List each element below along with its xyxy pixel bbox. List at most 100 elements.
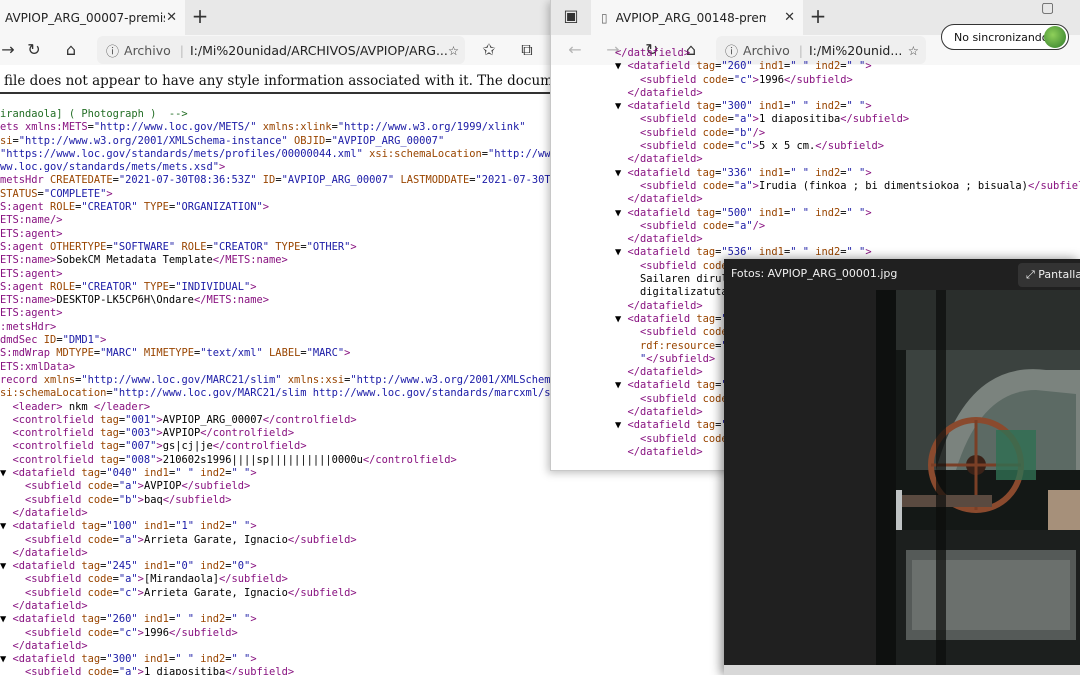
xml-token: > [350,240,357,253]
xml-token: /> [752,219,766,232]
xml-line: ETS:xmlData> [0,361,560,374]
new-tab-button[interactable]: + [805,4,831,30]
xml-token[interactable]: ▼ [615,60,628,72]
profile-avatar[interactable] [1044,26,1066,48]
tab-premis-00148[interactable]: ▯ AVPIOP_ARG_00148-premis.xml ✕ [591,0,803,35]
collections-icon[interactable]: ⧉ [515,38,539,62]
xml-token: <datafield [12,520,76,533]
xml-token[interactable]: ▼ [615,100,628,112]
xml-token: ind1 [137,560,169,573]
xml-token: > [250,280,257,293]
xml-token: ind2 [808,100,841,113]
close-tab-icon[interactable]: ✕ [166,10,177,25]
xml-token: code [81,533,113,546]
xml-token[interactable]: ▼ [615,167,628,179]
xml-token: <datafield [12,613,76,626]
home-icon[interactable]: ⌂ [59,38,83,62]
xml-token: S:agent [0,201,44,214]
close-tab-icon[interactable]: ✕ [784,10,795,25]
add-favorite-icon[interactable]: ☆ [448,43,459,58]
xml-token[interactable]: ▼ [0,560,13,572]
xml-token: "AVPIOP_ARG_00007" [331,134,445,147]
xml-token: <controlfield [12,413,94,426]
restore-window-icon[interactable]: ▢ [1041,0,1054,16]
xml-token: </subfield> [287,586,357,599]
xml-token: code [81,493,113,506]
xml-token: SobekCM Metadata Template [56,254,213,267]
xml-token: ID [37,334,57,347]
xml-token: "300" [721,100,753,113]
xml-token: "a" [118,573,138,586]
xml-token[interactable]: ▼ [615,313,628,325]
xml-token: </subfield> [815,140,885,153]
xml-token: </datafield> [12,546,88,559]
xml-token[interactable]: ▼ [615,246,628,258]
xml-token: <leader> [12,400,63,413]
xml-line: </datafield> [0,640,560,653]
xml-style-notice: file does not appear to have any style i… [0,68,560,94]
xml-token: " " [846,166,866,179]
xml-token: </datafield> [627,445,703,458]
xml-token: </datafield> [12,506,88,519]
xml-token: <datafield [627,246,691,259]
xml-token[interactable]: ▼ [615,207,628,219]
xml-token: <subfield [640,219,697,232]
xml-token[interactable]: ▼ [0,467,13,479]
xml-token: tag [93,453,119,466]
xml-line: irandaola] ( Photograph ) --> [0,108,560,121]
xml-token[interactable]: ▼ [615,379,628,391]
xml-token[interactable]: ▼ [615,419,628,431]
xml-token: ETS:agent> [0,267,63,280]
xml-token[interactable]: ▼ [0,520,13,532]
new-tab-button[interactable]: + [187,4,213,30]
xml-line: ▼ <datafield tag="300" ind1=" " ind2=" "… [0,653,560,666]
xml-token: "https://www.loc.gov/standards/mets/prof… [0,147,363,160]
xml-line: ▼ <datafield tag="260" ind1=" " ind2=" "… [615,60,1080,73]
document-icon: ▯ [601,10,608,25]
xml-line: ▼ <datafield tag="336" ind1=" " ind2=" "… [615,167,1080,180]
xml-token[interactable]: ▼ [0,613,13,625]
xml-token: </subfield> [162,493,232,506]
tab-actions-icon[interactable]: ▣ [559,4,583,28]
tab-premis-00007[interactable]: AVPIOP_ARG_00007-premis.xml ✕ [0,0,185,35]
tab-title: AVPIOP_ARG_00007-premis.xml [5,10,165,25]
favorites-icon[interactable]: ✩ [477,38,501,62]
xml-token [0,440,13,452]
xml-token: code [81,573,113,586]
address-bar[interactable]: ⓘ Archivo | I:/Mi%20unidad/ARCHIVOS/AVPI… [97,36,465,64]
xml-token [0,600,13,612]
xml-token: "http://www.loc.gov/MARC21/slim http://w… [112,387,551,400]
xml-token: ind1 [752,206,784,219]
xml-token: "a" [733,113,753,126]
xml-token: "a" [118,533,138,546]
forward-arrow-icon[interactable]: → [0,38,20,62]
xml-token: ind2 [808,60,841,73]
back-arrow-icon[interactable]: ← [563,38,587,62]
xml-token: gs|cj|je [162,440,213,453]
xml-token [615,433,640,445]
xml-token: tag [690,312,716,325]
xml-token: "a" [733,179,753,192]
xml-token: <datafield [627,206,691,219]
xml-token: <subfield [25,493,82,506]
xml-token: ind2 [193,613,226,626]
xml-token [615,406,628,418]
xml-token: tag [690,206,716,219]
xml-token: ROLE [175,240,207,253]
xml-token: <datafield [627,419,691,432]
xml-token: > [865,100,872,113]
xml-token[interactable]: ▼ [0,653,13,665]
xml-token: <subfield [25,533,82,546]
xml-line: <controlfield tag="001">AVPIOP_ARG_00007… [0,414,560,427]
xml-token: <controlfield [12,453,94,466]
xml-token: > [218,161,226,174]
xml-token: > [865,60,872,73]
xml-token: </subfield> [783,73,853,86]
fullscreen-button[interactable]: ⤢ Pantalla [1018,263,1080,287]
xml-token: <datafield [627,166,691,179]
xml-token: ind1 [137,653,169,666]
sync-status-button[interactable]: No sincronizando [941,24,1069,50]
xml-token: "040" [106,467,138,480]
xml-token: MDTYPE [50,347,94,360]
refresh-icon[interactable]: ↻ [22,38,46,62]
